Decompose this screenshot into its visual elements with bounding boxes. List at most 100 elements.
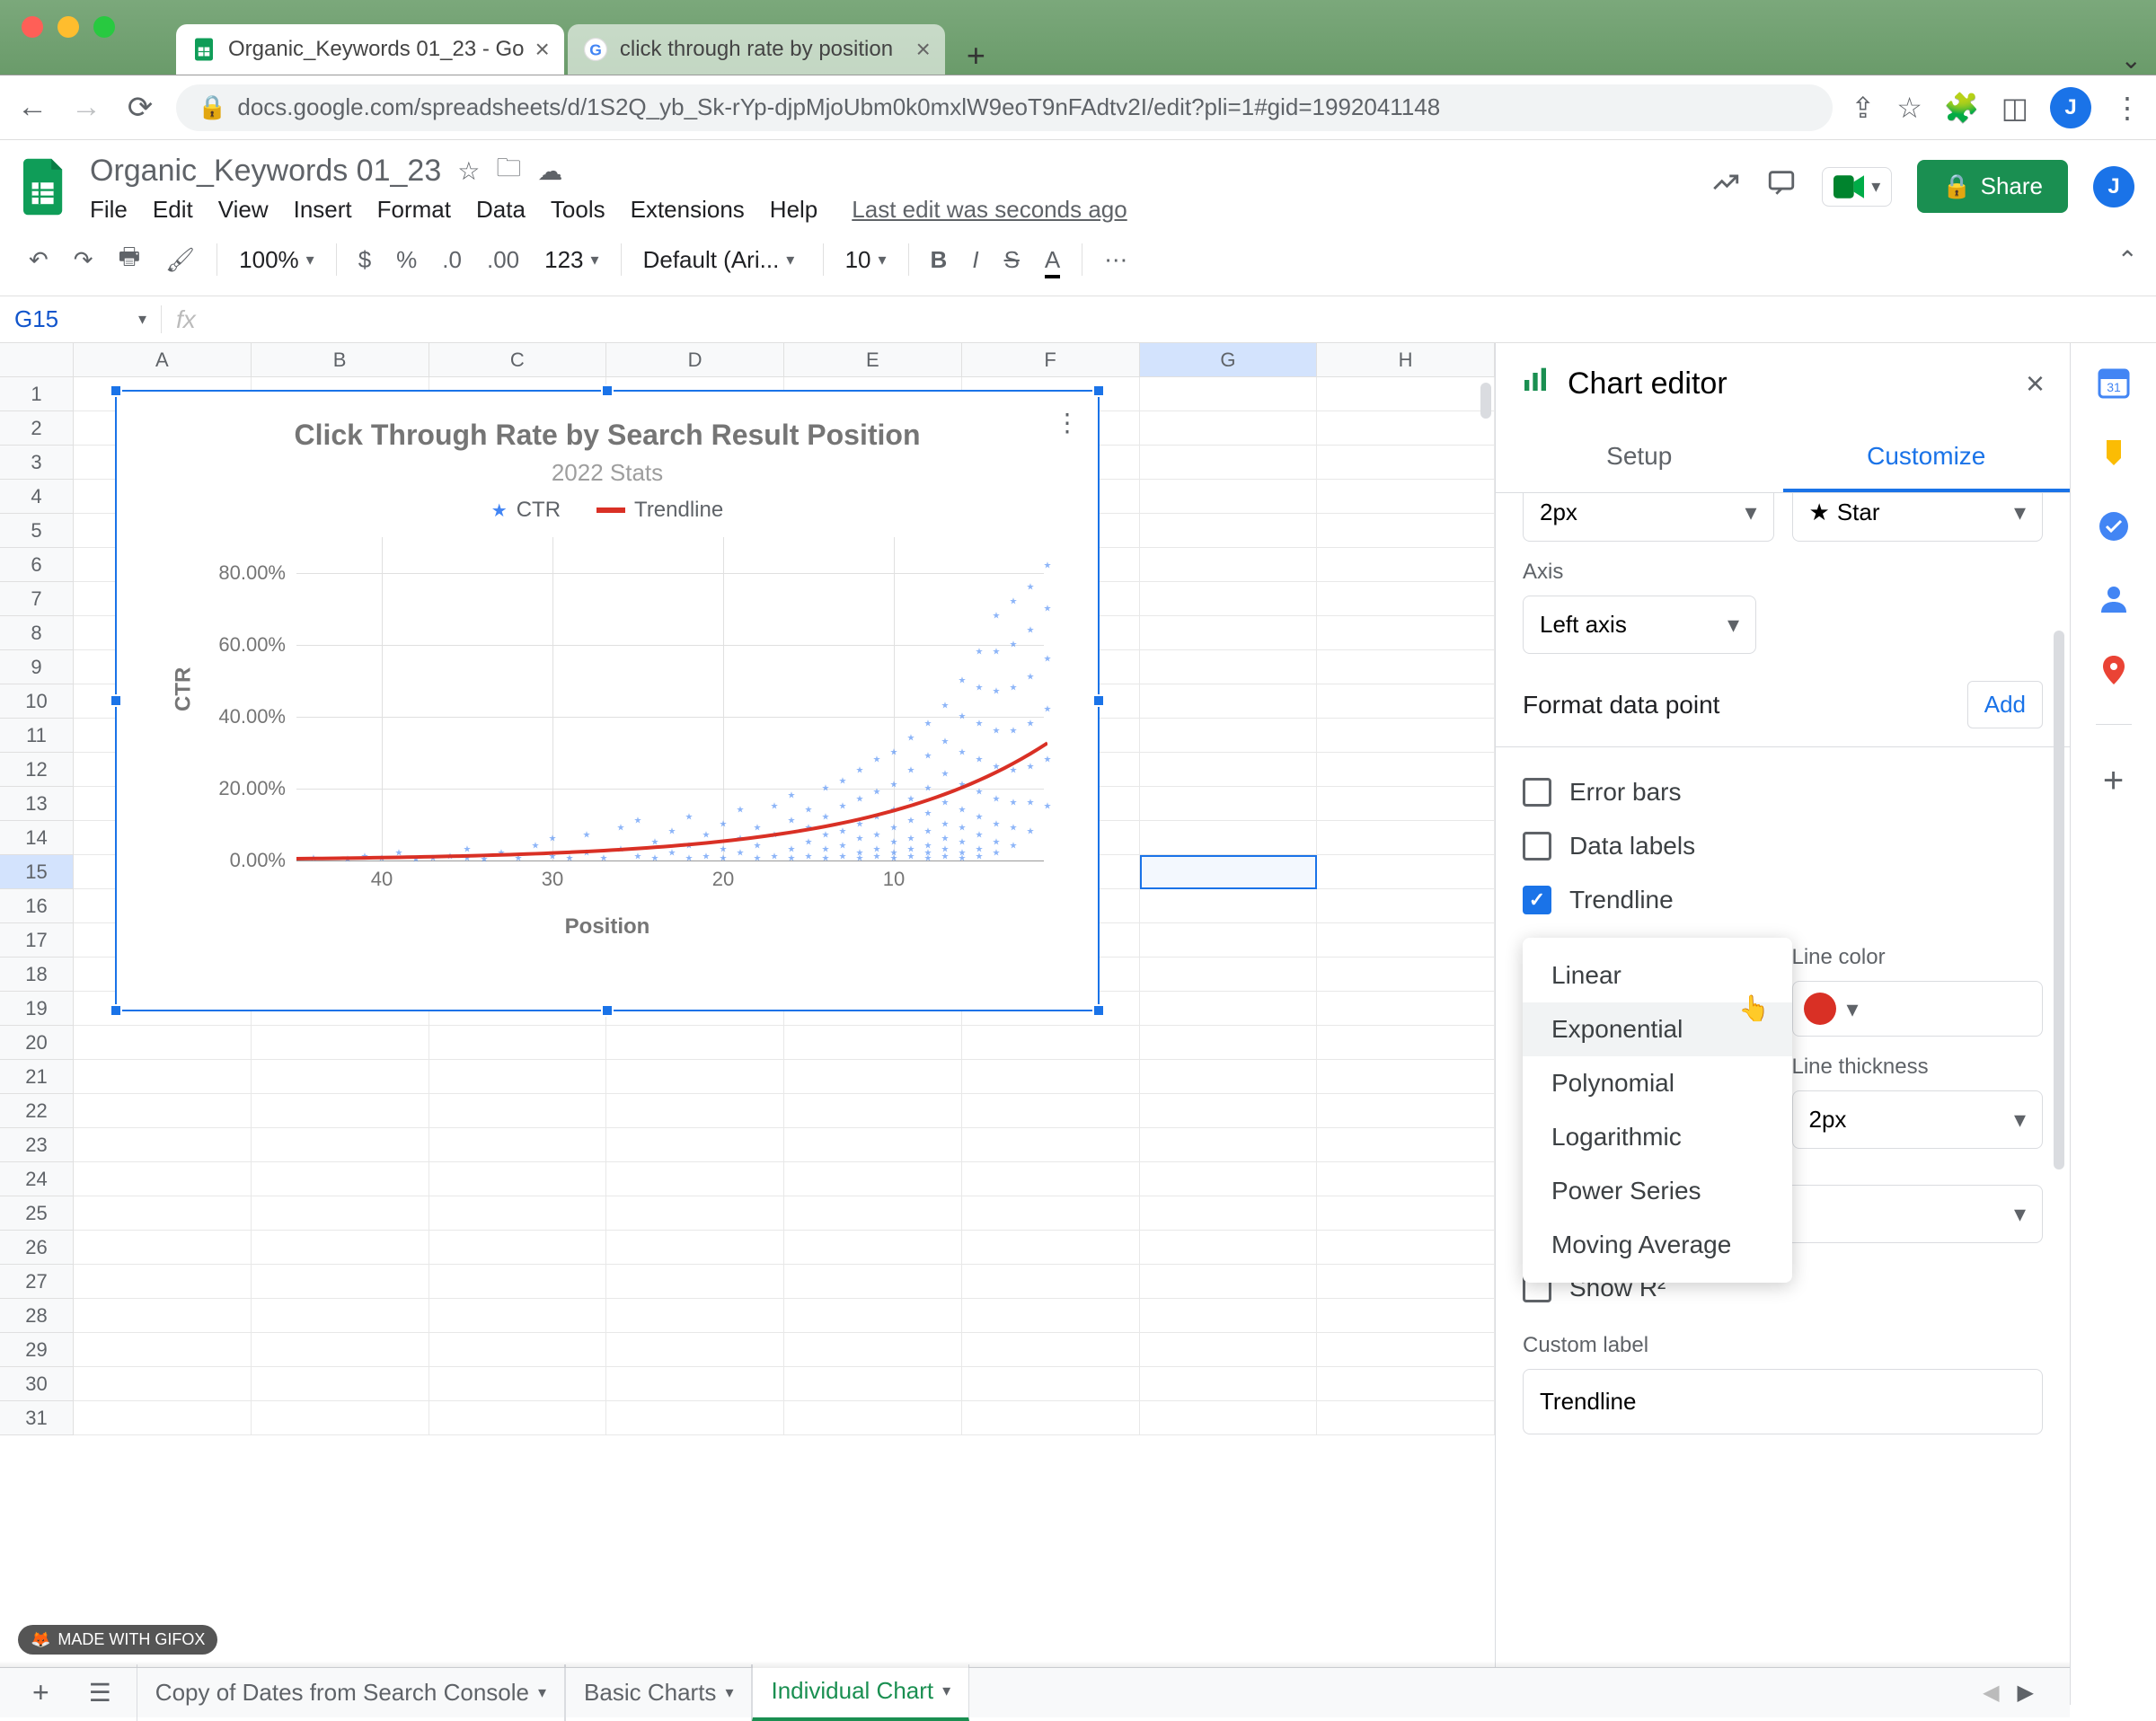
dropdown-item-exponential[interactable]: Exponential [1523,1002,1792,1056]
dropdown-item-polynomial[interactable]: Polynomial [1523,1056,1792,1110]
new-tab-button[interactable]: + [949,37,1003,75]
resize-handle[interactable] [1092,694,1105,707]
sheet-tab-menu-icon[interactable]: ▾ [538,1683,546,1702]
row-header[interactable]: 14 [0,821,74,855]
row-header[interactable]: 30 [0,1367,74,1401]
menu-help[interactable]: Help [770,196,817,224]
legend-item-ctr[interactable]: ★ CTR [491,498,561,523]
resize-handle[interactable] [1092,1004,1105,1017]
menu-view[interactable]: View [218,196,269,224]
comments-icon[interactable] [1766,167,1797,206]
tab-close-icon[interactable]: × [535,35,550,64]
vertical-scrollbar[interactable] [1480,383,1491,419]
bold-button[interactable]: B [920,237,959,283]
line-color-select[interactable]: ▾ [1792,981,2044,1037]
keep-icon[interactable] [2096,437,2132,472]
cells-area[interactable]: ⋮ Click Through Rate by Search Result Po… [74,377,1495,1435]
resize-handle[interactable] [110,694,122,707]
tab-close-icon[interactable]: × [916,35,931,64]
row-header[interactable]: 4 [0,480,74,514]
dropdown-item-power-series[interactable]: Power Series [1523,1164,1792,1218]
row-header[interactable]: 24 [0,1162,74,1196]
browser-tab[interactable]: G click through rate by position × [568,24,945,75]
italic-button[interactable]: I [961,237,989,283]
tab-overflow-icon[interactable]: ⌄ [2121,45,2142,75]
maximize-window-button[interactable] [93,16,115,38]
reload-button[interactable]: ⟳ [122,90,158,126]
strikethrough-button[interactable]: S [994,237,1030,283]
column-header[interactable]: A [74,343,252,376]
column-header[interactable]: F [962,343,1140,376]
sheet-tab[interactable]: Copy of Dates from Search Console▾ [137,1664,565,1721]
user-avatar[interactable]: J [2093,166,2134,207]
collapse-toolbar-icon[interactable]: ⌃ [2117,245,2138,275]
point-shape-select[interactable]: ★ Star▾ [1792,493,2044,542]
row-header[interactable]: 13 [0,787,74,821]
minimize-window-button[interactable] [57,16,79,38]
menu-extensions[interactable]: Extensions [631,196,745,224]
point-size-select[interactable]: 2px▾ [1523,493,1774,542]
row-header[interactable]: 1 [0,377,74,411]
plot-area[interactable]: CTR 0.00%20.00%40.00%60.00%80.00%4030201… [296,537,1044,860]
custom-label-input[interactable] [1523,1369,2043,1434]
row-header[interactable]: 27 [0,1265,74,1299]
sheet-tab[interactable]: Basic Charts▾ [565,1664,752,1721]
zoom-select[interactable]: 100%▾ [228,241,325,279]
menu-format[interactable]: Format [377,196,451,224]
error-bars-checkbox[interactable]: Error bars [1523,765,2043,819]
column-header[interactable]: B [252,343,429,376]
print-button[interactable]: 🖶 [108,231,152,288]
spreadsheet-grid[interactable]: ABCDEFGH 1234567891011121314151617181920… [0,343,1495,1705]
column-header[interactable]: H [1317,343,1495,376]
row-header[interactable]: 10 [0,684,74,719]
chart-title[interactable]: Click Through Rate by Search Result Posi… [117,392,1098,452]
sheets-logo-icon[interactable] [18,151,72,223]
resize-handle[interactable] [110,1004,122,1017]
row-header[interactable]: 2 [0,411,74,446]
row-header[interactable]: 16 [0,889,74,923]
row-header[interactable]: 23 [0,1128,74,1162]
font-select[interactable]: Default (Ari...▾ [632,241,812,279]
chart-menu-icon[interactable]: ⋮ [1055,408,1080,437]
scroll-tabs-right[interactable]: ▶ [2018,1680,2034,1706]
dropdown-item-moving-average[interactable]: Moving Average [1523,1218,1792,1272]
row-header[interactable]: 21 [0,1060,74,1094]
row-header[interactable]: 19 [0,992,74,1026]
row-header[interactable]: 29 [0,1333,74,1367]
column-header[interactable]: E [784,343,962,376]
legend-item-trendline[interactable]: Trendline [596,498,723,523]
dropdown-item-logarithmic[interactable]: Logarithmic [1523,1110,1792,1164]
sheet-tab[interactable]: Individual Chart▾ [752,1664,969,1721]
currency-button[interactable]: $ [348,237,382,283]
close-editor-icon[interactable]: × [2026,365,2045,402]
y-axis-label[interactable]: CTR [172,667,197,711]
text-color-button[interactable]: A [1034,237,1071,283]
all-sheets-button[interactable]: ☰ [75,1678,126,1708]
last-edit-link[interactable]: Last edit was seconds ago [852,196,1127,224]
scroll-tabs-left[interactable]: ◀ [1983,1680,1999,1706]
embedded-chart[interactable]: ⋮ Click Through Rate by Search Result Po… [115,390,1100,1011]
row-header[interactable]: 11 [0,719,74,753]
row-header[interactable]: 3 [0,446,74,480]
cloud-status-icon[interactable]: ☁ [537,156,562,186]
meet-button[interactable]: ▾ [1822,167,1892,207]
undo-button[interactable]: ↶ [18,237,59,283]
calendar-icon[interactable]: 31 [2096,365,2132,401]
chart-subtitle[interactable]: 2022 Stats [117,452,1098,487]
profile-avatar[interactable]: J [2050,87,2091,128]
data-labels-checkbox[interactable]: Data labels [1523,819,2043,873]
tab-setup[interactable]: Setup [1496,424,1783,492]
row-header[interactable]: 25 [0,1196,74,1231]
url-input[interactable]: 🔒 docs.google.com/spreadsheets/d/1S2Q_yb… [176,84,1833,131]
increase-decimal-button[interactable]: .00 [476,237,530,283]
redo-button[interactable]: ↷ [63,237,104,283]
number-format-select[interactable]: 123▾ [534,241,609,279]
menu-tools[interactable]: Tools [551,196,605,224]
row-header[interactable]: 12 [0,753,74,787]
row-header[interactable]: 31 [0,1401,74,1435]
contacts-icon[interactable] [2096,580,2132,616]
menu-data[interactable]: Data [476,196,526,224]
trendline[interactable] [296,743,1047,859]
sheet-tab-menu-icon[interactable]: ▾ [725,1683,733,1702]
editor-scrollbar[interactable] [2054,631,2064,1169]
